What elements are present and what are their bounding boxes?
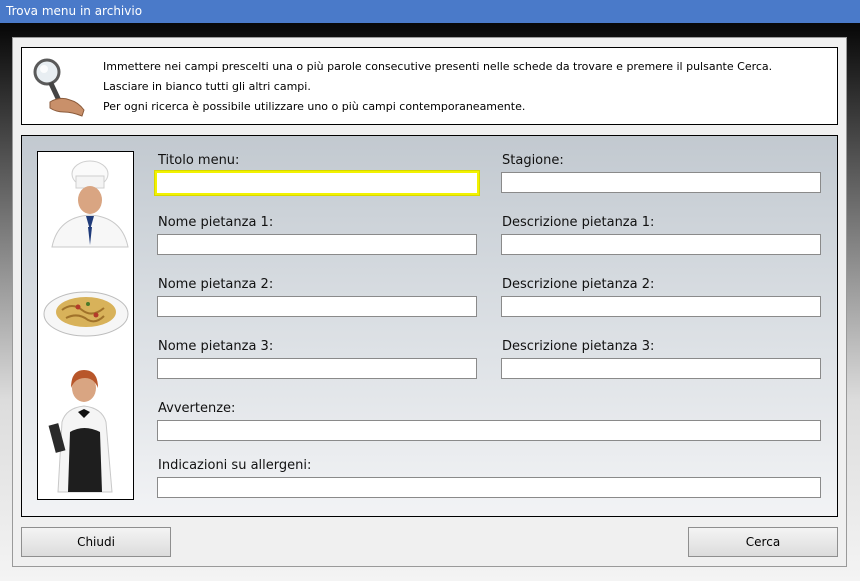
allergeni-input[interactable] bbox=[157, 477, 821, 498]
descrizione-pietanza-1-input[interactable] bbox=[501, 234, 821, 255]
waitress-image bbox=[48, 370, 113, 493]
pasta-plate-image bbox=[43, 291, 129, 337]
nome-pietanza-3-label: Nome pietanza 3: bbox=[158, 339, 274, 354]
illustration-column bbox=[37, 151, 134, 500]
stagione-input[interactable] bbox=[501, 172, 821, 193]
nome-pietanza-1-label: Nome pietanza 1: bbox=[158, 215, 274, 230]
search-button[interactable]: Cerca bbox=[688, 527, 838, 557]
chef-image bbox=[51, 160, 129, 248]
descrizione-pietanza-2-label: Descrizione pietanza 2: bbox=[502, 277, 655, 292]
info-line-2: Lasciare in bianco tutti gli altri campi… bbox=[103, 80, 311, 93]
window-title: Trova menu in archivio bbox=[0, 0, 860, 23]
info-box: Immettere nei campi prescelti una o più … bbox=[21, 47, 838, 125]
nome-pietanza-3-input[interactable] bbox=[157, 358, 477, 379]
illustration-images bbox=[43, 160, 129, 493]
descrizione-pietanza-2-input[interactable] bbox=[501, 296, 821, 317]
magnifier-hand-icon bbox=[33, 58, 85, 117]
titolo-menu-label: Titolo menu: bbox=[158, 153, 240, 168]
close-button[interactable]: Chiudi bbox=[21, 527, 171, 557]
allergeni-label: Indicazioni su allergeni: bbox=[158, 458, 312, 473]
nome-pietanza-2-label: Nome pietanza 2: bbox=[158, 277, 274, 292]
descrizione-pietanza-3-label: Descrizione pietanza 3: bbox=[502, 339, 655, 354]
avvertenze-label: Avvertenze: bbox=[158, 401, 236, 416]
titolo-menu-input[interactable] bbox=[155, 171, 479, 195]
descrizione-pietanza-1-label: Descrizione pietanza 1: bbox=[502, 215, 655, 230]
descrizione-pietanza-3-input[interactable] bbox=[501, 358, 821, 379]
nome-pietanza-2-input[interactable] bbox=[157, 296, 477, 317]
info-line-1: Immettere nei campi prescelti una o più … bbox=[103, 60, 773, 73]
stagione-label: Stagione: bbox=[502, 153, 564, 168]
nome-pietanza-1-input[interactable] bbox=[157, 234, 477, 255]
info-line-3: Per ogni ricerca è possibile utilizzare … bbox=[103, 100, 526, 113]
avvertenze-input[interactable] bbox=[157, 420, 821, 441]
